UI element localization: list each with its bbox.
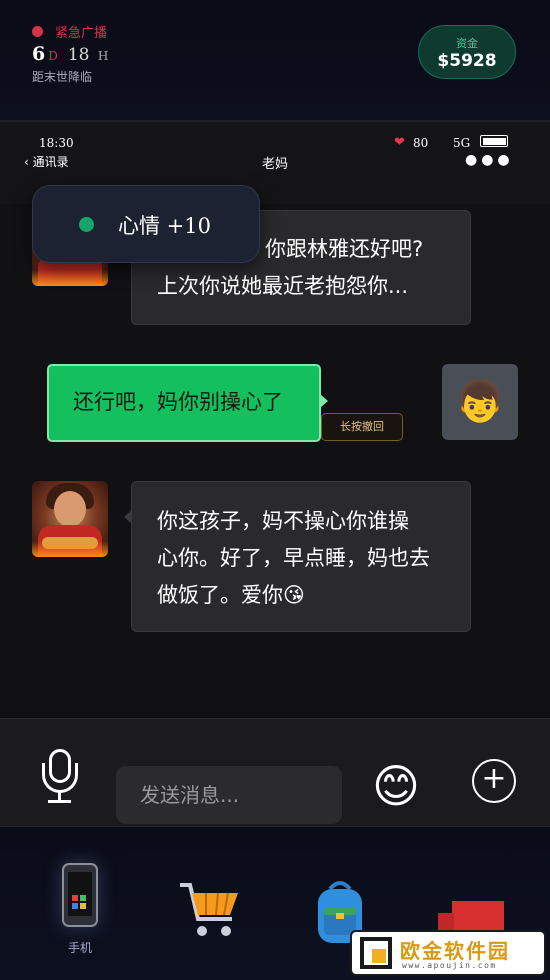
countdown-label: 距末世降临 [32, 70, 93, 84]
microphone-icon[interactable] [40, 749, 80, 803]
days-value: 6 [32, 43, 46, 65]
heart-icon: ❤ [394, 135, 405, 150]
emergency-broadcast[interactable]: 紧急广播 [55, 22, 107, 41]
message-text: 你这孩子，妈不操心你谁操 [157, 509, 409, 533]
money-label: 资金 [456, 37, 478, 50]
input-bar: 😊 + [0, 718, 550, 827]
alert-dot-icon [32, 26, 43, 37]
watermark-name: 欧金软件园 [400, 939, 510, 963]
message-bubble-outgoing[interactable]: 还行吧，妈你别操心了 [47, 364, 328, 442]
countdown: 6 D 18 H [32, 43, 118, 65]
message-text: 做饭了。爱你😘 [157, 583, 305, 607]
more-menu-icon[interactable]: ●●● [465, 152, 514, 168]
message-text: 上次你说她最近老抱怨你... [157, 274, 409, 298]
phone-app-label: 手机 [67, 941, 92, 955]
days-unit: D [48, 49, 58, 63]
phone-app-icon[interactable] [62, 863, 98, 927]
status-time: 18:30 [39, 136, 74, 150]
network-label: 5G [453, 136, 471, 150]
watermark-logo: 欧金软件园 www.apoujin.com [350, 930, 546, 976]
mood-toast: 心情 +10 [32, 185, 260, 263]
watermark-url: www.apoujin.com [402, 961, 497, 970]
recall-button[interactable]: 长按撤回 [321, 413, 403, 441]
money-amount: $5928 [437, 51, 497, 71]
money-badge[interactable]: 资金 $5928 [418, 25, 516, 79]
message-text: 心你。好了，早点睡，妈也去 [157, 546, 430, 570]
contact-avatar[interactable] [32, 481, 108, 557]
hours-value: 18 [67, 45, 90, 65]
my-avatar[interactable]: 👦 [442, 364, 518, 440]
add-button[interactable]: + [472, 759, 516, 803]
watermark-icon [360, 937, 392, 969]
emoji-button[interactable]: 😊 [372, 759, 420, 813]
shopping-cart-icon[interactable] [178, 879, 242, 941]
message-text: 还行吧，妈你别操心了 [73, 390, 283, 414]
message-input[interactable] [116, 766, 342, 824]
message-bubble-incoming[interactable]: 你这孩子，妈不操心你谁操 心你。好了，早点睡，妈也去 做饭了。爱你😘 [124, 481, 471, 632]
health-value: 80 [413, 136, 429, 150]
hours-unit: H [97, 49, 109, 63]
mood-dot-icon [79, 217, 94, 232]
battery-icon [480, 135, 508, 147]
mood-text: 心情 +10 [118, 214, 211, 238]
top-hud: 紧急广播 6 D 18 H 距末世降临 资金 $5928 [0, 0, 550, 120]
